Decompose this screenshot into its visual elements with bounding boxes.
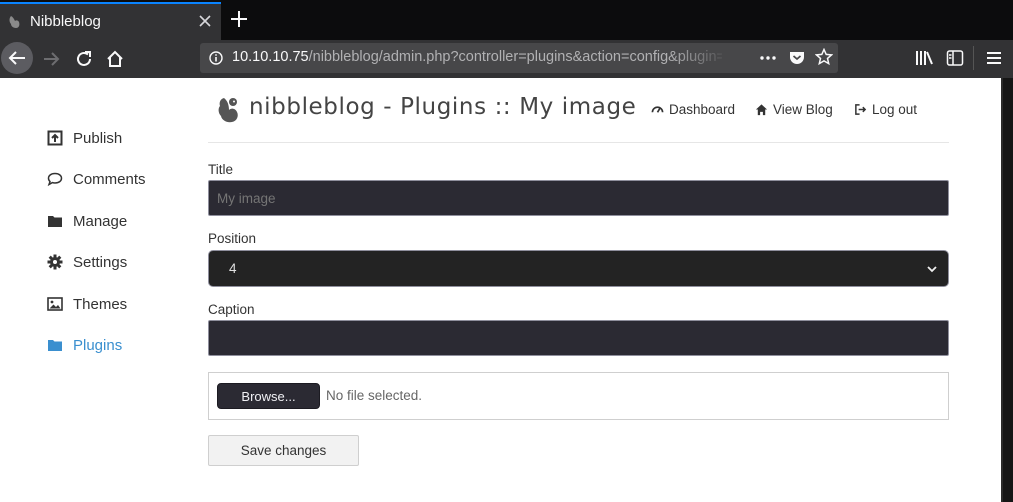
sidebar-item-themes[interactable]: Themes xyxy=(47,292,127,316)
image-icon xyxy=(47,297,63,311)
title-input[interactable] xyxy=(208,180,949,216)
dashboard-icon xyxy=(651,106,664,113)
save-changes-button[interactable]: Save changes xyxy=(208,435,359,466)
caption-input[interactable] xyxy=(208,320,949,356)
home-icon[interactable] xyxy=(104,48,126,70)
url-host: 10.10.10.75 xyxy=(232,49,309,65)
header-divider xyxy=(208,142,949,143)
publish-icon xyxy=(47,130,63,146)
url-text[interactable]: 10.10.10.75/nibbleblog/admin.php?control… xyxy=(232,49,722,65)
bookmark-star-icon[interactable] xyxy=(815,48,833,66)
nibbleblog-favicon-icon xyxy=(9,16,20,28)
sidebar-item-manage[interactable]: Manage xyxy=(47,209,127,233)
url-path: /nibbleblog/admin.php?controller=plugins… xyxy=(308,49,722,65)
library-icon[interactable] xyxy=(914,49,934,67)
position-select[interactable]: 4 xyxy=(208,250,949,287)
hamburger-menu-icon[interactable] xyxy=(985,50,1003,66)
url-fade xyxy=(670,45,730,71)
logout-link[interactable]: Log out xyxy=(854,102,917,117)
info-icon[interactable] xyxy=(209,51,223,65)
position-selected-value: 4 xyxy=(229,261,237,276)
reload-icon[interactable] xyxy=(73,48,95,70)
page-title: nibbleblog - Plugins :: My image xyxy=(249,94,637,120)
pocket-icon[interactable] xyxy=(788,49,806,67)
dashboard-link-label: Dashboard xyxy=(669,102,736,117)
folder-icon xyxy=(48,216,62,227)
gear-icon xyxy=(47,254,63,270)
view-blog-link-label: View Blog xyxy=(773,102,833,117)
new-tab-icon[interactable] xyxy=(229,9,249,29)
position-label: Position xyxy=(208,231,257,246)
sidebar-item-label: Manage xyxy=(73,212,128,230)
logout-icon xyxy=(855,104,867,115)
folder-icon xyxy=(48,340,62,351)
tab-title: Nibbleblog xyxy=(30,13,101,30)
forward-arrow-icon[interactable] xyxy=(40,48,62,70)
close-tab-icon[interactable] xyxy=(197,13,213,29)
sidebar-item-label: Themes xyxy=(73,295,128,313)
file-status-text: No file selected. xyxy=(326,388,423,403)
page-actions-icon[interactable] xyxy=(758,51,778,65)
title-label: Title xyxy=(208,162,234,177)
sidebar-item-comments[interactable]: Comments xyxy=(47,167,146,191)
nibbleblog-logo-icon xyxy=(218,98,238,123)
browser-toolbar: 10.10.10.75/nibbleblog/admin.php?control… xyxy=(0,40,1013,78)
back-button[interactable] xyxy=(1,42,33,74)
comment-icon xyxy=(47,172,63,187)
sidebar-item-label: Settings xyxy=(73,253,128,271)
dashboard-link[interactable]: Dashboard xyxy=(651,102,735,117)
sidebar-item-label: Plugins xyxy=(73,336,123,354)
sidebar-item-publish[interactable]: Publish xyxy=(47,126,122,150)
browser-tab[interactable]: Nibbleblog xyxy=(0,2,221,40)
sidebar-item-settings[interactable]: Settings xyxy=(47,250,127,274)
view-blog-link[interactable]: View Blog xyxy=(755,102,833,117)
home-icon xyxy=(755,104,768,116)
browser-tab-strip: Nibbleblog xyxy=(0,0,1013,40)
caption-label: Caption xyxy=(208,302,255,317)
toolbar-divider xyxy=(973,46,974,70)
url-bar[interactable]: 10.10.10.75/nibbleblog/admin.php?control… xyxy=(200,43,838,73)
sidebar-item-label: Comments xyxy=(73,170,146,188)
file-upload-field: Browse... No file selected. xyxy=(208,372,949,420)
sidebar-item-label: Publish xyxy=(73,129,123,147)
back-arrow-icon xyxy=(8,51,25,65)
sidebar-item-plugins[interactable]: Plugins xyxy=(47,333,122,357)
chevron-down-icon xyxy=(927,266,937,273)
page-scrollbar[interactable] xyxy=(1001,78,1013,502)
logout-link-label: Log out xyxy=(872,102,918,117)
sidebar-toggle-icon[interactable] xyxy=(946,49,964,67)
browse-button[interactable]: Browse... xyxy=(217,383,320,409)
